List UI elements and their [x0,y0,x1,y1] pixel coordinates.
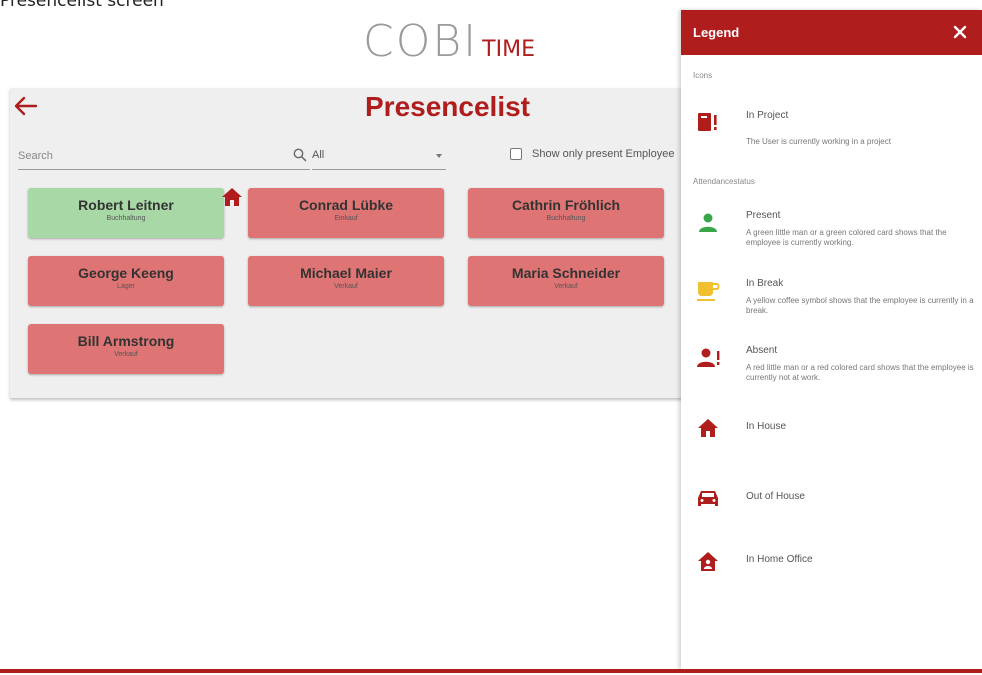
absent-person-icon [697,348,720,367]
employee-card[interactable]: Robert Leitner Buchhaltung [28,188,224,238]
logo-wordmark: COBI [363,16,479,67]
house-icon [698,419,718,437]
footer-accent-bar [0,669,982,673]
employee-name: Michael Maier [300,265,392,281]
legend-item-title: Present [746,210,781,221]
employee-name: George Keeng [78,265,174,281]
filter-selected-value: All [312,149,325,161]
present-only-checkbox[interactable] [510,148,522,160]
employee-department: Verkauf [334,283,358,290]
chevron-down-icon [436,154,442,158]
logo-accent: TIME [482,37,535,62]
employee-name: Conrad Lübke [298,197,394,213]
employee-department: Einkauf [334,215,358,222]
home-office-icon [698,552,718,571]
employee-card[interactable]: Conrad Lübke Einkauf [248,188,444,238]
employee-name: Cathrin Fröhlich [511,197,621,213]
legend-item-title: In Project [746,110,789,121]
legend-item-title: Out of House [746,491,805,502]
close-icon[interactable] [950,22,970,42]
search-icon[interactable] [293,148,307,162]
legend-item-description: A yellow coffee symbol shows that the em… [746,296,974,315]
present-only-label: Show only present Employee [532,148,675,160]
employee-card[interactable]: Bill Armstrong Verkauf [28,324,224,374]
arrow-left-icon [14,96,38,116]
car-icon [698,491,718,506]
department-filter-select[interactable]: All [312,144,446,170]
legend-item-title: In Home Office [746,554,813,565]
employee-department: Verkauf [554,283,578,290]
search-field[interactable] [18,144,310,170]
employee-card[interactable]: Maria Schneider Verkauf [468,256,664,306]
present-person-icon [699,213,717,232]
page-title: Presencelist [365,91,530,122]
employee-department: Buchhaltung [106,215,146,222]
employee-name: Robert Leitner [78,197,174,213]
employee-card[interactable]: George Keeng Lager [28,256,224,306]
screen-caption: Presencelist screen [0,0,164,11]
back-button[interactable] [12,92,42,120]
employee-department: Buchhaltung [546,215,586,222]
employee-name: Maria Schneider [511,265,621,281]
employee-name: Bill Armstrong [77,333,175,349]
app-logo: COBI TIME [363,20,535,64]
legend-drawer: Legend Icons In Project The User is curr… [681,10,982,670]
employee-department: Verkauf [114,351,138,358]
legend-item-description: A green little man or a green colored ca… [746,228,947,247]
legend-item-title: In Break [746,278,784,289]
section-label-icons: Icons [693,71,713,80]
house-icon [222,188,242,206]
employee-department: Lager [117,283,135,290]
legend-item-title: In House [746,421,787,432]
legend-title: Legend [693,25,740,40]
legend-item-description: A red little man or a red colored card s… [746,363,974,382]
in-project-icon [698,113,717,131]
coffee-cup-icon [697,282,720,301]
employee-card[interactable]: Michael Maier Verkauf [248,256,444,306]
presencelist-panel: Presencelist All Show only present Emplo… [10,88,700,398]
legend-item-description: The User is currently working in a proje… [746,137,891,146]
present-only-toggle[interactable]: Show only present Employee [510,148,674,160]
employee-card[interactable]: Cathrin Fröhlich Buchhaltung [468,188,664,238]
search-input[interactable] [18,144,268,168]
legend-item-title: Absent [746,345,778,356]
legend-header: Legend [681,10,982,55]
section-label-attendance: Attendancestatus [693,177,755,186]
